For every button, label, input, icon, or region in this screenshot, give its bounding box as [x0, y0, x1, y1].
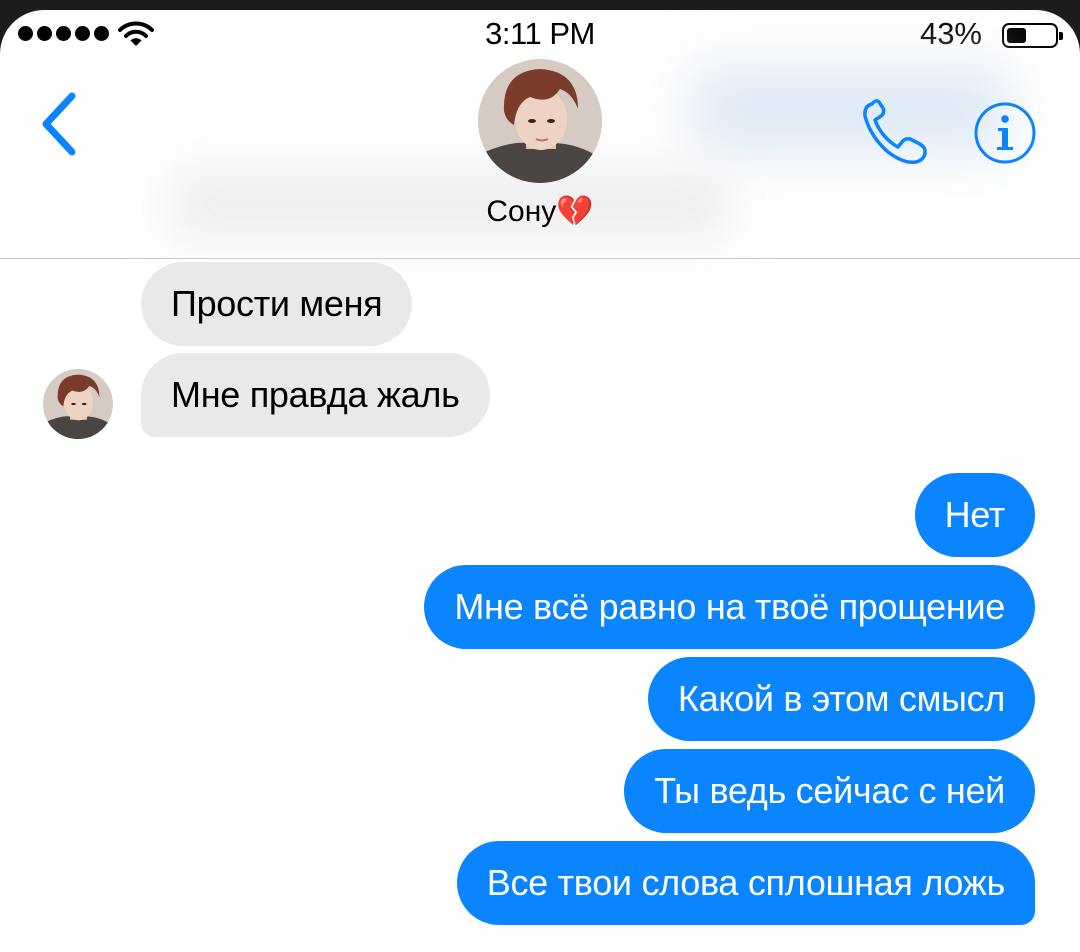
contact-avatar[interactable]: [478, 59, 602, 183]
conversation-header: Сону💔: [0, 59, 1080, 259]
message-bubble-outgoing[interactable]: Какой в этом смысл: [647, 657, 1035, 741]
info-icon: [974, 102, 1036, 164]
message-bubble-outgoing[interactable]: Все твои слова сплошная ложь: [456, 841, 1035, 925]
battery-fill: [1007, 28, 1026, 43]
message-bubble-outgoing[interactable]: Ты ведь сейчас с ней: [624, 749, 1035, 833]
contact-name[interactable]: Сону💔: [0, 194, 1080, 229]
battery-percentage: 43%: [919, 16, 982, 51]
info-button[interactable]: [972, 100, 1038, 166]
back-button[interactable]: [34, 90, 84, 158]
message-bubble-outgoing[interactable]: Нет: [914, 473, 1035, 557]
battery-icon: [1002, 23, 1063, 48]
blurred-region: [690, 65, 1010, 155]
message-bubble-outgoing[interactable]: Мне всё равно на твоё прощение: [424, 565, 1035, 649]
call-button[interactable]: [858, 96, 934, 168]
messages-screen: 3:11 PM 43% Сону💔 Прости меня Мне правда…: [0, 10, 1080, 952]
sender-avatar[interactable]: [43, 369, 113, 439]
phone-icon: [863, 99, 927, 165]
message-bubble-incoming[interactable]: Мне правда жаль: [141, 353, 490, 437]
chevron-left-icon: [42, 92, 76, 156]
status-bar: 3:11 PM 43%: [0, 10, 1080, 60]
status-time: 3:11 PM: [485, 16, 595, 51]
message-bubble-incoming[interactable]: Прости меня: [141, 262, 413, 346]
